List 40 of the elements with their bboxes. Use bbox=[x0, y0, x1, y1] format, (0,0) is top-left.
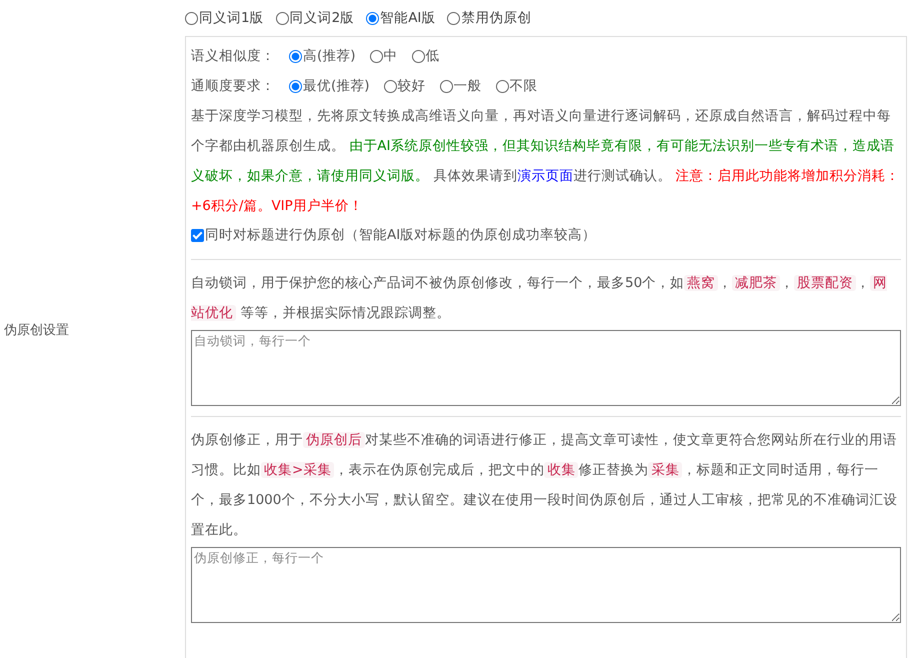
section-description: 自动锁词，用于保护您的核心产品词不被伪原创修改，每行一个，最多50个，如 燕窝 ， 减肥茶 ， 股票配资 ， 网站优化 等等，并根据实际情况跟踪调整。 bbox=[191, 274, 888, 323]
radio-label[interactable]: 较好 bbox=[398, 77, 426, 95]
radio-button[interactable] bbox=[440, 80, 453, 92]
radio-button[interactable] bbox=[412, 50, 425, 62]
keyword-tag: 收集 bbox=[544, 462, 578, 478]
keyword-tag: 采集 bbox=[648, 462, 682, 478]
ai-description: 基于深度学习模型，先将原文转换成高维语义向量，再对语义向量进行逐词解码，还原成自然语言，解码过程中每个字都由机器原创生成。 由于AI系统原创性较强，但其知识结构毕竟有限，有可能无法识别一些专有术语，造成语义破坏，如果介意，请使用同义词版。 具体效果请到演示页面进行测试确认。 注意：启用此功能将增加积分消耗：+6积分/篇。VIP用户半价！ bbox=[191, 107, 901, 216]
section-label: 伪原创设置 bbox=[4, 322, 69, 339]
keyword-tag: 燕窝 bbox=[684, 275, 718, 291]
radio-button[interactable] bbox=[366, 12, 380, 24]
demo-link[interactable]: 演示页面 bbox=[517, 168, 574, 184]
radio-label[interactable]: 中 bbox=[384, 47, 398, 65]
radio-label[interactable]: 一般 bbox=[454, 77, 482, 95]
radio-button[interactable] bbox=[289, 80, 302, 92]
checkbox[interactable] bbox=[191, 228, 204, 242]
text-area[interactable]: 伪原创修正，每行一个 bbox=[191, 547, 901, 623]
radio-button[interactable] bbox=[370, 50, 383, 62]
radio-label[interactable]: 最优(推荐) bbox=[303, 77, 370, 95]
radio-button[interactable] bbox=[185, 12, 198, 24]
keyword-tag: 减肥茶 bbox=[732, 275, 780, 291]
radio-button[interactable] bbox=[447, 12, 460, 24]
text-area[interactable]: 自动锁词，每行一个 bbox=[191, 330, 901, 406]
radio-label[interactable]: 同义词2版 bbox=[290, 9, 354, 27]
option-label: 语义相似度： bbox=[191, 47, 275, 65]
radio-label[interactable]: 智能AI版 bbox=[380, 9, 436, 27]
checkbox-label[interactable]: 同时对标题进行伪原创（智能AI版对标题的伪原创成功率较高） bbox=[205, 226, 596, 244]
keyword-tag: 伪原创后 bbox=[303, 432, 365, 448]
radio-label[interactable]: 不限 bbox=[510, 77, 538, 95]
radio-label[interactable]: 高(推荐) bbox=[303, 47, 356, 65]
section-description: 伪原创修正，用于 伪原创后 对某些不准确的词语进行修正，提高文章可读性，使文章更符合您网站所在行业的用语习惯。比如 收集>采集 ，表示在伪原创完成后，把文中的 收集 修正替换为 采集 ，标题和正文同时适用，每行一个，最多1000个，不分大小写，默认留空。建议在使用一段时间伪原创后，通过人工审核，把常见的不准确词汇设置在此。 bbox=[191, 431, 898, 540]
keyword-tag: 股票配资 bbox=[794, 275, 856, 291]
keyword-tag: 收集>采集 bbox=[261, 462, 334, 478]
radio-label[interactable]: 同义词1版 bbox=[199, 9, 264, 27]
radio-button[interactable] bbox=[384, 80, 397, 92]
radio-label[interactable]: 低 bbox=[426, 47, 440, 65]
radio-label[interactable]: 禁用伪原创 bbox=[461, 9, 532, 27]
option-label: 通顺度要求： bbox=[191, 77, 275, 95]
radio-button[interactable] bbox=[289, 50, 302, 62]
radio-button[interactable] bbox=[276, 12, 289, 24]
radio-button[interactable] bbox=[496, 80, 509, 92]
